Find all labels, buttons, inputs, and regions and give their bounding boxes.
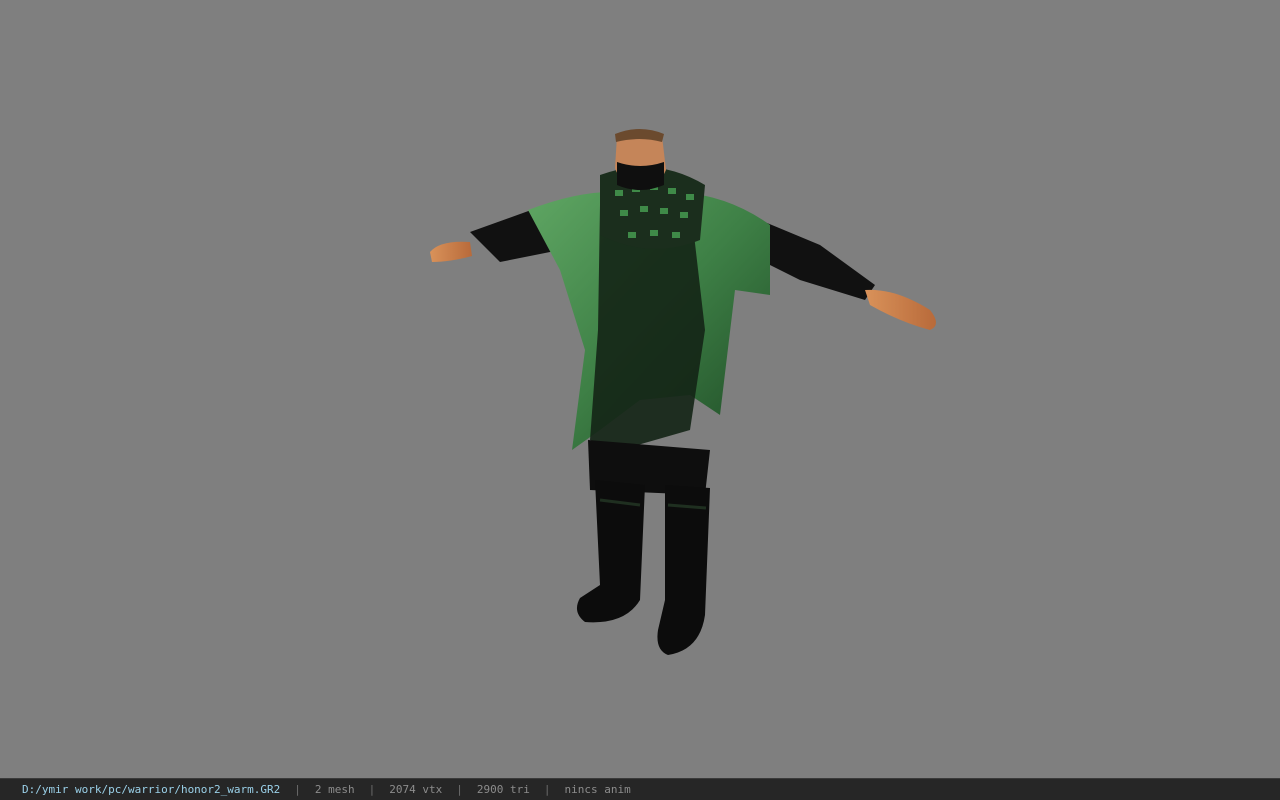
mesh-count: 2 mesh [314,783,355,796]
status-separator: | [543,783,551,796]
status-separator: | [294,783,301,796]
status-separator: | [368,783,376,796]
left-hand [430,241,472,262]
vertex-count: 2074 vtx [389,783,443,796]
status-bar: D:/ymir work/pc/warrior/honor2_warm.GR2 … [0,778,1280,800]
status-separator: | [456,783,463,796]
face-mask [617,162,664,190]
model-file-path: D:/ymir work/pc/warrior/honor2_warm.GR2 [22,783,281,796]
3d-viewport[interactable] [0,0,1280,778]
right-sleeve [760,220,875,300]
right-hand [865,289,936,330]
right-boot [657,485,710,655]
triangle-count: 2900 tri [476,783,530,796]
animation-status: nincs anim [564,783,631,796]
character-model [430,129,936,655]
